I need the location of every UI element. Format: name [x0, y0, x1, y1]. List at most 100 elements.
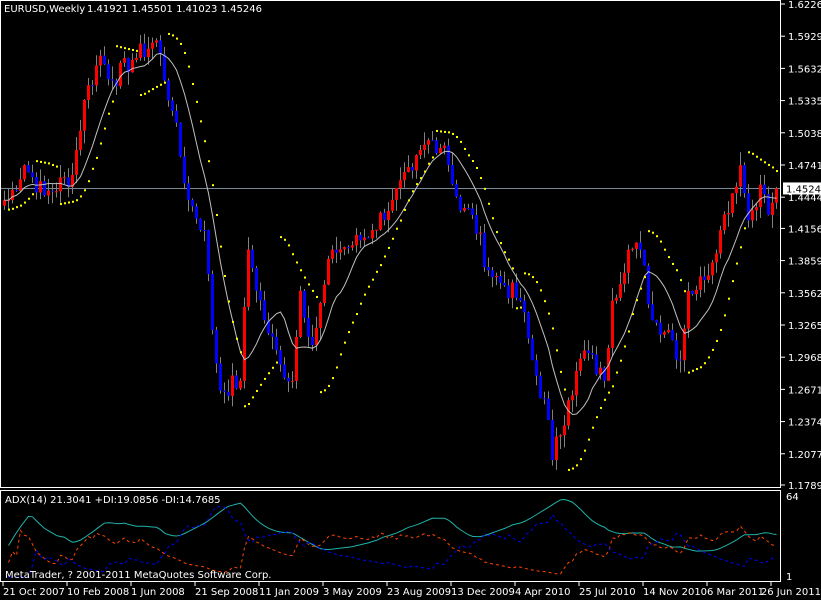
candle	[151, 37, 154, 60]
candle	[479, 225, 482, 246]
candle	[299, 285, 302, 339]
sar-dot	[592, 426, 594, 429]
time-tick-label: 11 Jan 2009	[259, 587, 319, 598]
price-tick-label: 1.41560	[788, 224, 821, 235]
sar-dot	[304, 276, 306, 279]
candle	[471, 203, 474, 220]
sar-dot	[112, 100, 114, 103]
price-tick-label: 1.47410	[788, 161, 821, 172]
candle	[483, 223, 486, 272]
moving-average-line	[4, 52, 777, 416]
sar-dot	[508, 258, 510, 261]
sar-dot	[580, 458, 582, 461]
candle	[755, 203, 758, 221]
candle	[395, 188, 398, 211]
candle	[627, 244, 630, 284]
sar-dot	[668, 256, 670, 259]
sar-dot	[256, 389, 258, 392]
sar-dot	[748, 151, 750, 154]
sar-dot	[52, 164, 54, 167]
sar-dot	[588, 438, 590, 441]
candle	[519, 288, 522, 302]
sar-dot	[312, 289, 314, 292]
sar-dot	[632, 313, 634, 316]
candle	[507, 278, 510, 304]
candle	[291, 371, 294, 389]
symbol-label: EURUSD,Weekly	[4, 4, 85, 15]
sar-dot	[432, 156, 434, 159]
candle	[459, 194, 462, 213]
candle	[695, 285, 698, 301]
sar-dot	[408, 199, 410, 202]
sar-dot	[216, 214, 218, 217]
candle	[639, 231, 642, 259]
candle	[571, 390, 574, 413]
candle	[235, 370, 238, 390]
sar-dot	[616, 371, 618, 374]
candle	[543, 391, 546, 405]
candle	[379, 211, 382, 231]
candle	[71, 162, 74, 195]
sar-dot	[520, 306, 522, 309]
sar-dot	[328, 384, 330, 387]
sar-dot	[240, 351, 242, 354]
sar-dot	[248, 403, 250, 406]
sar-dot	[360, 302, 362, 305]
sar-dot	[212, 184, 214, 187]
candle	[279, 345, 282, 372]
candle	[171, 97, 174, 117]
time-tick-label: 21 Sep 2008	[195, 587, 258, 598]
candle	[747, 184, 750, 228]
sar-dot	[340, 353, 342, 356]
sar-dot	[676, 269, 678, 272]
candle	[751, 199, 754, 228]
sar-dot	[548, 312, 550, 315]
candle	[547, 391, 550, 421]
candle	[719, 225, 722, 259]
sar-dot	[768, 163, 770, 166]
sar-dot	[228, 300, 230, 303]
sar-dot	[352, 321, 354, 324]
sar-dot	[364, 293, 366, 296]
candle	[359, 232, 362, 248]
candle	[347, 245, 350, 254]
ohlc-label: 1.41921 1.45501 1.41023 1.45246	[87, 4, 262, 15]
sar-dot	[264, 377, 266, 380]
sar-dot	[488, 202, 490, 205]
sar-dot	[372, 278, 374, 281]
sar-dot	[68, 201, 70, 204]
sar-dot	[552, 327, 554, 330]
price-plot[interactable]	[1, 32, 780, 471]
sar-dot	[428, 162, 430, 165]
candle	[595, 346, 598, 376]
sar-dot	[116, 45, 118, 48]
sar-dot	[556, 349, 558, 352]
time-tick-label: 13 Dec 2009	[451, 587, 515, 598]
candle	[671, 323, 674, 341]
candle	[383, 208, 386, 226]
sar-dot	[680, 279, 682, 282]
candle	[131, 53, 134, 73]
candle	[703, 266, 706, 293]
adx-plot[interactable]	[8, 498, 777, 578]
candle	[487, 257, 490, 277]
sar-dot	[96, 156, 98, 159]
copyright-label: MetaTrader, ? 2001-2011 MetaQuotes Softw…	[5, 570, 271, 581]
candle	[559, 434, 562, 450]
adx-label: ADX(14) 21.3041 +DI:19.0856 -DI:14.7685	[5, 495, 221, 506]
candle	[767, 186, 770, 216]
candle	[207, 229, 210, 282]
candle	[191, 198, 194, 212]
price-tick-label: 1.38590	[788, 257, 821, 268]
sar-dot	[620, 359, 622, 362]
sar-dot	[600, 406, 602, 409]
current-price-tag: 1.45246	[783, 182, 821, 195]
sar-dot	[200, 120, 202, 123]
sar-dot	[160, 83, 162, 86]
sar-dot	[448, 131, 450, 134]
candle	[527, 311, 530, 344]
candle	[431, 130, 434, 142]
sar-dot	[476, 166, 478, 169]
candle	[159, 34, 162, 66]
sar-dot	[56, 165, 58, 168]
